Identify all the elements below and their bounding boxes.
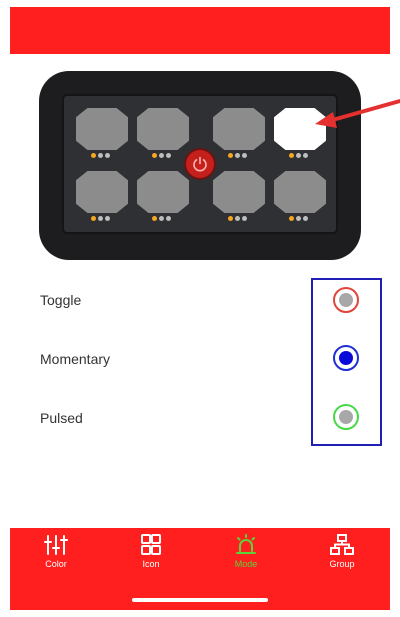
home-indicator [132, 598, 268, 602]
radio-pulsed[interactable] [333, 404, 359, 430]
panel-button-2[interactable] [137, 108, 189, 150]
led-indicator [152, 216, 176, 222]
radio-toggle[interactable] [333, 287, 359, 313]
radio-momentary[interactable] [333, 345, 359, 371]
selection-arrow-icon [315, 99, 400, 128]
led-indicator [289, 153, 313, 159]
led-indicator [228, 153, 252, 159]
sliders-icon [44, 535, 68, 555]
hierarchy-icon [330, 534, 354, 555]
panel-button-6[interactable] [137, 171, 189, 213]
panel-button-5[interactable] [76, 171, 128, 213]
led-indicator [91, 216, 115, 222]
led-indicator [152, 153, 176, 159]
led-indicator [289, 216, 313, 222]
tab-mode-label: Mode [234, 559, 258, 569]
grid-icon [141, 534, 161, 555]
tab-mode[interactable]: Mode [216, 534, 276, 569]
panel-button-3[interactable] [213, 108, 265, 150]
led-indicator [228, 216, 252, 222]
tab-icon-label: Icon [142, 559, 160, 569]
tab-group[interactable]: Group [312, 534, 372, 569]
power-icon [193, 156, 207, 172]
led-indicator [91, 153, 115, 159]
tab-icon[interactable]: Icon [121, 534, 181, 569]
mode-label-pulsed: Pulsed [40, 410, 83, 426]
beacon-icon [236, 534, 256, 554]
tab-group-label: Group [329, 559, 355, 569]
tab-color-label: Color [45, 559, 67, 569]
header-bar [10, 7, 390, 54]
panel-button-7[interactable] [213, 171, 265, 213]
panel-button-8[interactable] [274, 171, 326, 213]
power-button[interactable] [186, 150, 214, 178]
mode-label-toggle: Toggle [40, 292, 82, 308]
panel-button-1[interactable] [76, 108, 128, 150]
tab-color[interactable]: Color [26, 534, 86, 569]
mode-label-momentary: Momentary [40, 351, 111, 367]
